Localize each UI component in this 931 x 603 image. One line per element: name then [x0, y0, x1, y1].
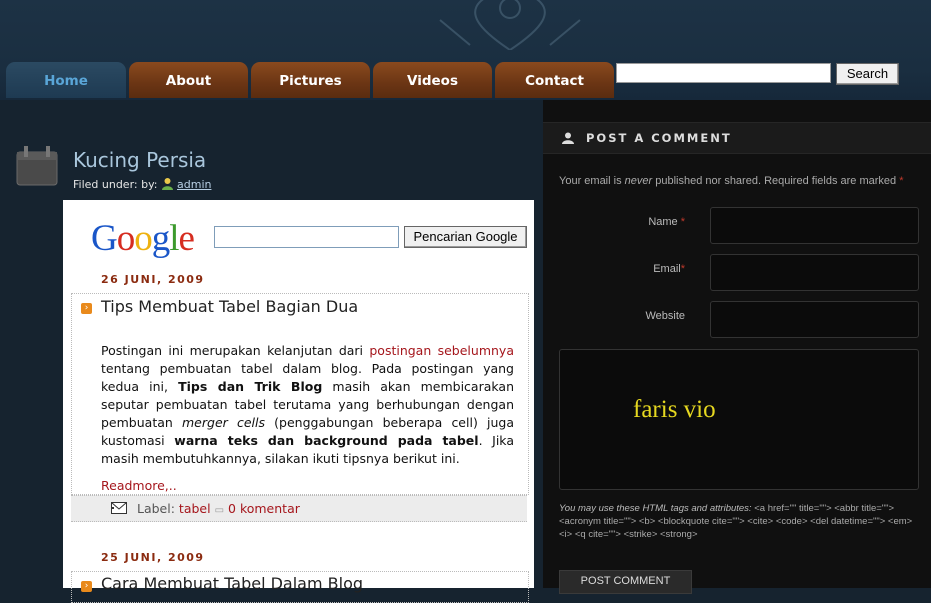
tab-home[interactable]: Home — [6, 62, 126, 98]
page-title: Kucing Persia — [73, 148, 207, 172]
labels: Label: tabel ▭ 0 komentar — [137, 501, 300, 516]
entry-title[interactable]: Tips Membuat Tabel Bagian Dua — [101, 297, 358, 316]
entry-body: Postingan ini merupakan kelanjutan dari … — [101, 342, 514, 468]
author-link[interactable]: admin — [177, 178, 211, 191]
body-bold: Tips dan Trik Blog — [178, 379, 323, 394]
mail-icon — [111, 502, 127, 514]
email-label-text: Email — [653, 263, 681, 275]
previous-post-link[interactable]: postingan sebelumnya — [369, 343, 514, 358]
entry-date: 25 JUNI, 2009 — [101, 551, 205, 564]
body-italic: merger cells — [182, 415, 265, 430]
website-label: Website — [645, 310, 685, 322]
note-emphasis: never — [624, 175, 653, 187]
comment-icon: ▭ — [214, 505, 225, 516]
note-text: Your email is — [559, 175, 625, 187]
post-meta: Filed under: by: admin — [73, 177, 211, 191]
required-mark: * — [899, 175, 904, 187]
body-text: Postingan ini merupakan kelanjutan dari — [101, 343, 370, 358]
search-button[interactable]: Search — [836, 63, 899, 85]
tab-contact[interactable]: Contact — [495, 62, 614, 98]
user-icon — [562, 132, 574, 144]
comments-link[interactable]: 0 komentar — [228, 501, 300, 516]
tab-pictures[interactable]: Pictures — [251, 62, 370, 98]
name-label: Name * — [605, 216, 685, 228]
entry-footer: Label: tabel ▭ 0 komentar — [71, 495, 527, 522]
website-field[interactable] — [710, 301, 919, 338]
form-note: Your email is never published nor shared… — [559, 175, 903, 187]
arrow-right-icon: › — [81, 581, 92, 592]
required-mark: * — [680, 216, 685, 228]
google-search-input[interactable] — [214, 226, 399, 248]
note-text: published nor shared. Required fields ar… — [652, 175, 900, 187]
post-comment-button[interactable]: POST COMMENT — [559, 570, 692, 594]
comment-text: faris vio — [633, 396, 716, 423]
name-label-text: Name — [648, 216, 678, 228]
tags-intro: You may use these HTML tags and attribut… — [559, 503, 752, 514]
entry-date: 26 JUNI, 2009 — [101, 273, 205, 286]
entry-title[interactable]: Cara Membuat Tabel Dalam Blog — [101, 574, 363, 593]
search-input[interactable] — [616, 63, 831, 83]
email-field[interactable] — [710, 254, 919, 291]
name-field[interactable] — [710, 207, 919, 244]
label-prefix: Label: — [137, 501, 175, 516]
comment-heading-text: POST A COMMENT — [586, 131, 732, 145]
body-bold: warna teks dan background pada tabel — [174, 433, 479, 448]
header-ornament-icon — [439, 0, 581, 50]
required-mark: * — [680, 263, 685, 275]
google-logo: Google — [91, 218, 195, 259]
calendar-icon — [16, 146, 58, 186]
filed-label: Filed under: by: — [73, 178, 158, 191]
allowed-tags: You may use these HTML tags and attribut… — [559, 502, 919, 541]
google-search-button[interactable]: Pencarian Google — [404, 226, 527, 248]
user-icon — [162, 178, 174, 190]
tab-about[interactable]: About — [129, 62, 248, 98]
arrow-right-icon: › — [81, 303, 92, 314]
label-link[interactable]: tabel — [179, 501, 211, 516]
post-content: Google Pencarian Google 26 JUNI, 2009 › … — [63, 200, 534, 603]
comment-textarea[interactable]: faris vio — [559, 349, 919, 490]
email-label: Email* — [605, 263, 685, 275]
tab-videos[interactable]: Videos — [373, 62, 492, 98]
comment-heading: POST A COMMENT — [543, 122, 931, 154]
readmore-link[interactable]: Readmore,.. — [101, 478, 177, 493]
